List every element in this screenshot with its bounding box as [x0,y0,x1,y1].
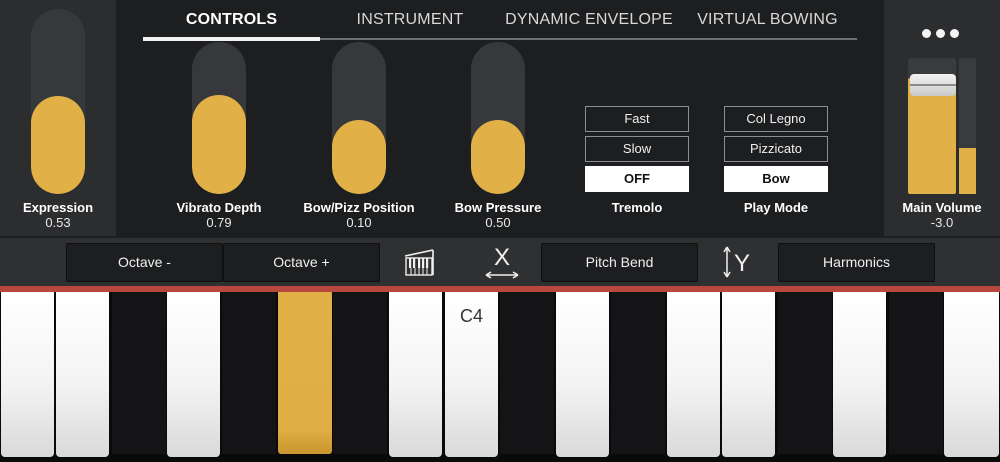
black-key[interactable] [778,292,832,454]
vibrato-depth-slider-fill [192,95,246,194]
bow-pizz-position-slider-fill [332,119,386,194]
black-key-pressed[interactable] [278,292,332,454]
white-key[interactable] [1,292,54,457]
pitch-bend-button[interactable]: Pitch Bend [541,243,698,282]
c4-key-label: C4 [460,306,484,326]
tremolo-slow-button[interactable]: Slow [585,136,689,162]
bow-pressure-slider[interactable] [471,42,525,194]
white-key[interactable] [722,292,775,457]
bow-pizz-position-slider[interactable] [332,42,386,194]
bow-pressure-slider-fill [471,119,525,194]
white-key[interactable] [833,292,886,457]
expression-value: 0.53 [45,215,71,230]
bow-pressure-label: Bow Pressure [454,200,542,215]
black-key[interactable] [500,292,554,454]
output-level-meter [959,58,976,194]
svg-text:Y: Y [734,250,750,277]
piano-keys-icon[interactable] [402,248,436,278]
expression-label: Expression [22,200,94,215]
tab-controls[interactable]: CONTROLS [143,0,320,40]
main-volume-handle[interactable] [910,74,956,96]
harmonics-button[interactable]: Harmonics [778,243,935,282]
svg-text:X: X [494,244,510,271]
tab-virtual-bowing[interactable]: VIRTUAL BOWING [678,0,857,40]
tab-dynamic-envelope[interactable]: DYNAMIC ENVELOPE [500,0,678,40]
white-key[interactable] [944,292,999,457]
tab-bar: CONTROLS INSTRUMENT DYNAMIC ENVELOPE VIR… [143,0,857,40]
octave-down-button[interactable]: Octave - [66,243,223,282]
vibrato-depth-value: 0.79 [206,215,232,230]
more-horizontal-icon[interactable] [919,27,963,39]
white-key[interactable] [167,292,220,457]
bow-pressure-value: 0.50 [485,215,511,230]
black-key[interactable] [611,292,665,454]
tab-instrument[interactable]: INSTRUMENT [320,0,500,40]
bow-pizz-position-value: 0.10 [346,215,372,230]
play-mode-bow-button[interactable]: Bow [724,166,828,192]
play-mode-pizzicato-button[interactable]: Pizzicato [724,136,828,162]
vibrato-depth-label: Vibrato Depth [176,200,262,215]
tremolo-off-button[interactable]: OFF [585,166,689,192]
output-level-meter-fill [959,147,976,194]
tremolo-fast-button[interactable]: Fast [585,106,689,132]
black-key[interactable] [112,292,166,454]
main-volume-value: -3.0 [930,215,954,230]
white-key[interactable] [667,292,720,457]
play-mode-col-legno-button[interactable]: Col Legno [724,106,828,132]
expression-slider[interactable] [31,9,85,194]
y-axis-swap-icon[interactable]: Y [720,244,756,280]
tremolo-label: Tremolo [611,200,663,215]
vibrato-depth-slider[interactable] [192,42,246,194]
play-mode-label: Play Mode [743,200,809,215]
x-axis-swap-icon[interactable]: X [483,244,521,280]
main-volume-label: Main Volume [902,200,982,215]
black-key[interactable] [889,292,943,454]
black-key[interactable] [333,292,387,454]
bow-pizz-position-label: Bow/Pizz Position [303,200,415,215]
white-key[interactable] [556,292,609,457]
expression-slider-fill [31,95,85,194]
octave-up-button[interactable]: Octave + [223,243,380,282]
white-key[interactable] [56,292,109,457]
black-key[interactable] [222,292,276,454]
white-key[interactable] [389,292,442,457]
